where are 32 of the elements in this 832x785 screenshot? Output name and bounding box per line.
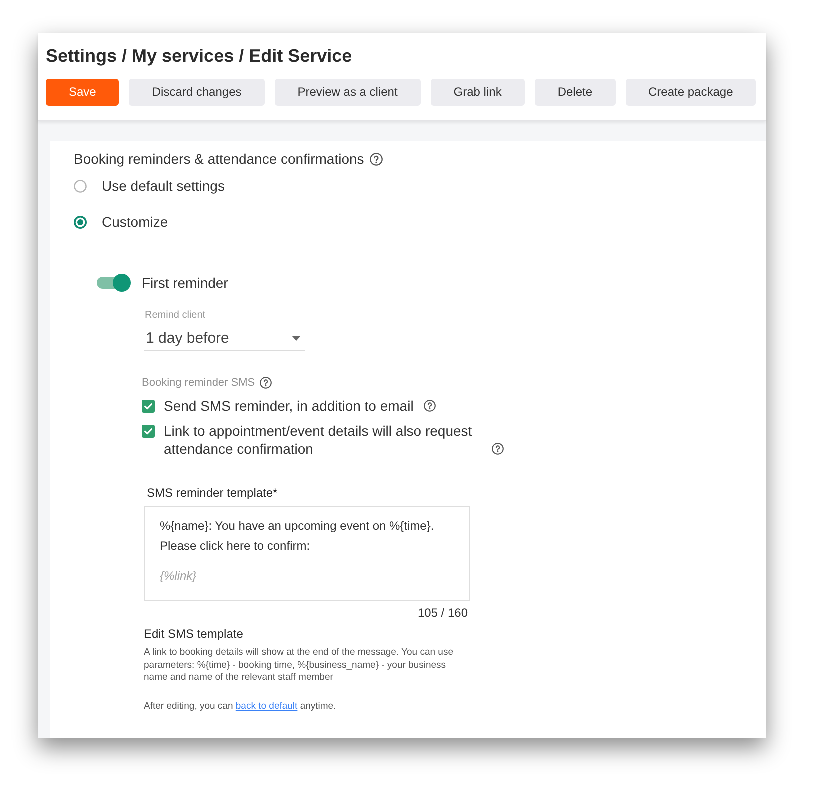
radio-label: Customize bbox=[102, 213, 168, 232]
toolbar-button[interactable]: Delete bbox=[534, 79, 616, 106]
toolbar-button[interactable]: Discard changes bbox=[129, 79, 265, 106]
checkbox-label: Send SMS reminder, in addition to email bbox=[164, 397, 414, 415]
caret-icon bbox=[292, 336, 301, 341]
help-text: A link to booking details will show at the end of the message. You can use parameters: %{time} - booking time, %{business_name} - your business name and name of the relevant staff member bbox=[144, 647, 454, 684]
toggle-label: First reminder bbox=[142, 274, 228, 293]
template-field[interactable]: %{name}: You have an upcoming event on %{time}. Please click here to confirm: {%link} bbox=[144, 506, 470, 601]
reset-note: After editing, you can back to default anytime. bbox=[144, 700, 336, 712]
help-icon[interactable] bbox=[370, 152, 384, 166]
section-title: Booking reminders & attendance confirmations bbox=[74, 150, 364, 169]
help-icon[interactable] bbox=[492, 443, 504, 455]
help-title: Edit SMS template bbox=[144, 626, 244, 642]
radio-button[interactable] bbox=[74, 180, 87, 192]
radio-label: Use default settings bbox=[102, 177, 225, 196]
toolbar-button[interactable]: Preview as a client bbox=[274, 79, 421, 106]
toolbar-button[interactable]: Create package bbox=[626, 79, 756, 106]
group-label: Booking reminder SMS bbox=[142, 376, 256, 391]
remind-dropdown[interactable]: 1 day before bbox=[144, 327, 305, 351]
breadcrumb-title: Settings / My services / Edit Service bbox=[46, 45, 352, 67]
checkbox[interactable] bbox=[142, 424, 155, 438]
toggle-switch[interactable] bbox=[97, 274, 131, 292]
help-icon[interactable] bbox=[424, 400, 436, 412]
back-to-default-link[interactable]: back to default bbox=[236, 700, 298, 712]
checkbox[interactable] bbox=[142, 400, 155, 412]
checkbox-label: Link to appointment/event details will also request attendance confirmation bbox=[164, 422, 474, 458]
radio-button[interactable] bbox=[74, 216, 87, 228]
character-counter: 105 / 160 bbox=[418, 605, 468, 621]
toolbar-button[interactable]: Grab link bbox=[430, 79, 525, 106]
field-label: SMS reminder template* bbox=[147, 485, 278, 501]
field-label: Remind client bbox=[145, 309, 206, 323]
help-icon[interactable] bbox=[260, 377, 272, 389]
